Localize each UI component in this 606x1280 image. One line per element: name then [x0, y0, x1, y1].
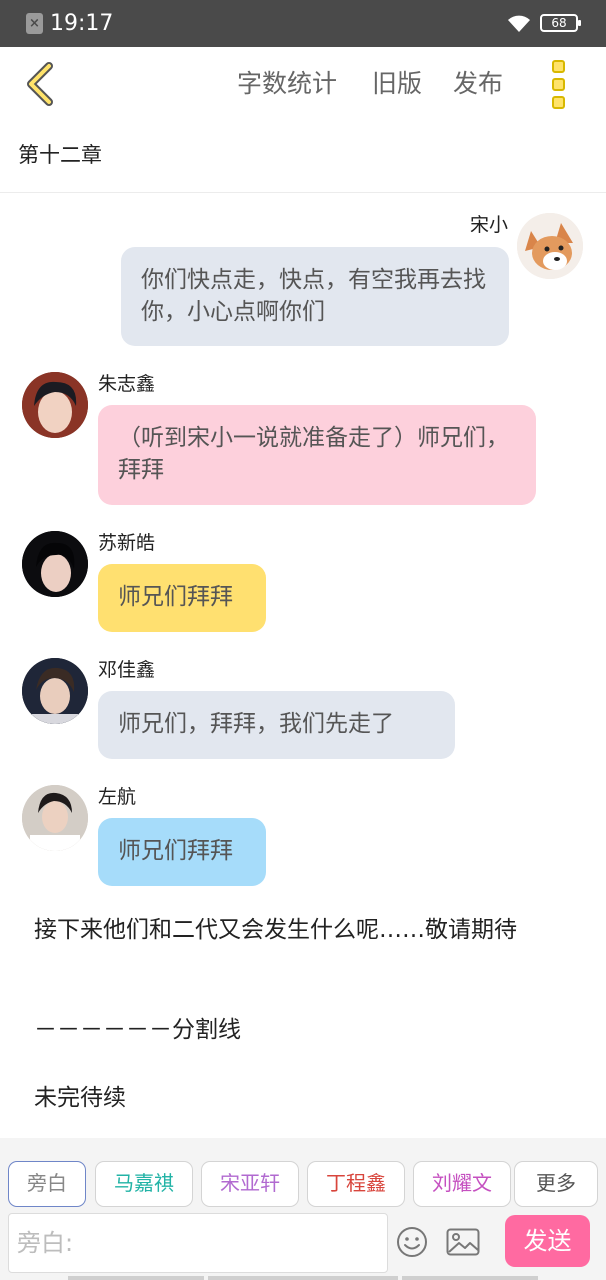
- publish-button[interactable]: 发布: [453, 67, 503, 101]
- message-bubble: 师兄们，拜拜，我们先走了: [98, 691, 455, 759]
- chevron-left-icon: [27, 62, 53, 106]
- avatar-zuo-hang[interactable]: [22, 785, 88, 851]
- nav-bar-segment: [68, 1276, 204, 1280]
- role-tab-narrator[interactable]: 旁白: [8, 1161, 86, 1207]
- role-tab-ding-chengxin[interactable]: 丁程鑫: [307, 1161, 405, 1207]
- image-icon[interactable]: [446, 1228, 480, 1256]
- send-button[interactable]: 发送: [505, 1215, 590, 1267]
- narration-text: 接下来他们和二代又会发生什么呢……敬请期待: [34, 917, 517, 943]
- avatar-su-xinhao[interactable]: [22, 531, 88, 597]
- role-tab-ma-jiaqi[interactable]: 马嘉祺: [95, 1161, 193, 1207]
- back-button[interactable]: [16, 57, 66, 109]
- battery-icon: 68: [540, 14, 581, 32]
- nav-bar-segment: [208, 1276, 398, 1280]
- role-tab-label: 旁白: [27, 1171, 67, 1195]
- role-tab-label: 马嘉祺: [114, 1171, 174, 1195]
- divider: [0, 192, 606, 193]
- status-bar: × 19:17 68: [0, 0, 606, 47]
- role-tab-more[interactable]: 更多: [514, 1161, 598, 1207]
- smiley-icon[interactable]: [396, 1226, 428, 1258]
- role-tab-label: 刘耀文: [432, 1171, 492, 1195]
- message-bubble: 师兄们拜拜: [98, 564, 266, 632]
- old-version-button[interactable]: 旧版: [372, 67, 422, 101]
- avatar-deng-jiaxin[interactable]: [22, 658, 88, 724]
- message-sender-name: 邓佳鑫: [98, 659, 156, 681]
- message-bubble: （听到宋小一说就准备走了）师兄们，拜拜: [98, 405, 536, 505]
- status-time: 19:17: [50, 11, 114, 36]
- role-tab-label: 宋亚轩: [220, 1171, 280, 1195]
- avatar-song-xiao[interactable]: [517, 213, 583, 279]
- wifi-icon: [508, 15, 530, 32]
- nav-bar-segment: [402, 1276, 538, 1280]
- avatar-zhu-zhixin[interactable]: [22, 372, 88, 438]
- narration-text: －－－－－－分割线: [34, 1017, 241, 1043]
- role-tab-liu-yaowen[interactable]: 刘耀文: [413, 1161, 511, 1207]
- message-bubble: 师兄们拜拜: [98, 818, 266, 886]
- role-tab-label: 更多: [536, 1171, 576, 1195]
- role-tab-label: 丁程鑫: [326, 1171, 386, 1195]
- message-sender-name: 左航: [98, 786, 137, 808]
- message-bubble: 你们快点走，快点，有空我再去找你，小心点啊你们: [121, 247, 509, 346]
- top-toolbar: 字数统计 旧版 发布: [0, 47, 606, 121]
- message-sender-name: 苏新皓: [98, 532, 156, 554]
- chapter-title: 第十二章: [18, 143, 102, 167]
- battery-level: 68: [551, 16, 567, 30]
- more-vertical-icon[interactable]: [540, 58, 576, 110]
- word-count-button[interactable]: 字数统计: [237, 67, 337, 101]
- role-tab-song-yaxuan[interactable]: 宋亚轩: [201, 1161, 299, 1207]
- message-sender-name: 朱志鑫: [98, 373, 156, 395]
- message-sender-name: 宋小: [469, 214, 508, 236]
- narration-text: 未完待续: [34, 1085, 126, 1111]
- close-notification-icon: ×: [26, 13, 43, 34]
- message-input[interactable]: [8, 1213, 388, 1273]
